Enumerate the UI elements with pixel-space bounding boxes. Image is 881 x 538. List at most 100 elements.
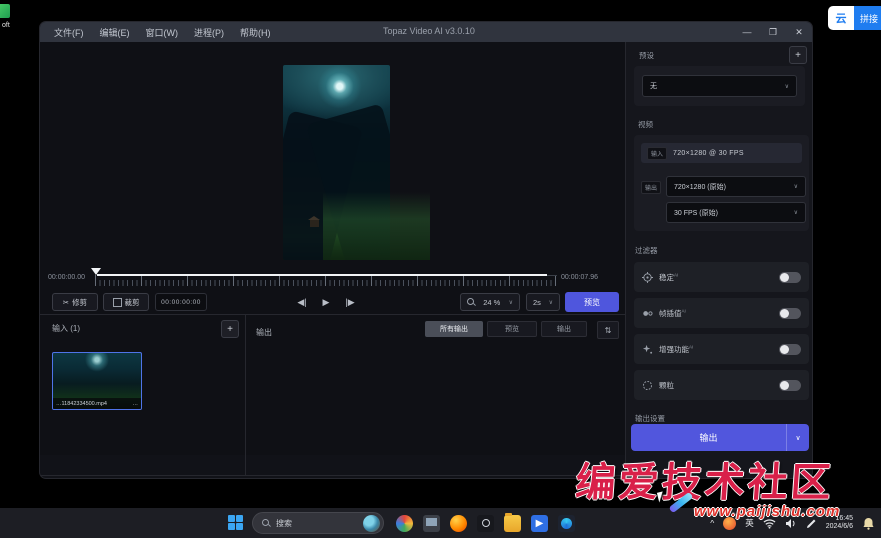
tab-all-outputs[interactable]: 所有输出: [425, 321, 483, 337]
previous-frame-button[interactable]: ◀|: [292, 293, 312, 311]
framerate-value: 30 FPS (原始): [674, 208, 718, 218]
minimize-button[interactable]: —: [734, 22, 760, 42]
firefox-icon[interactable]: [450, 515, 467, 532]
menu-file[interactable]: 文件(F): [48, 24, 90, 41]
resolution-value: 720×1280 (原始): [674, 182, 726, 192]
monitor-app-icon[interactable]: [423, 515, 440, 532]
zoom-select[interactable]: 24 % ∨: [460, 293, 520, 311]
preview-button[interactable]: 预览: [565, 292, 619, 312]
menubar: 文件(F) 编辑(E) 窗口(W) 进程(P) 帮助(H): [48, 24, 277, 41]
start-button[interactable]: [228, 515, 244, 531]
floating-assistant-widget[interactable]: 云 拼接: [828, 6, 881, 30]
video-header: 视频: [638, 119, 653, 130]
folder-icon[interactable]: [504, 515, 521, 532]
filter-label: 帧插值AI: [659, 308, 686, 319]
timeline-end-time: 00:00:07.96: [561, 274, 598, 281]
taskbar-search[interactable]: 搜索: [252, 512, 384, 534]
timeline-remainder-line: [547, 275, 557, 276]
chevron-down-icon: ∨: [509, 299, 513, 306]
enhance-sparkle-icon: [642, 344, 653, 355]
file-menu-icon[interactable]: …: [133, 401, 139, 407]
filter-label: 增强功能AI: [659, 344, 693, 355]
export-button[interactable]: 输出 ∨: [631, 424, 809, 451]
chevron-down-icon: ∨: [785, 83, 789, 90]
frame-interpolation-toggle[interactable]: [779, 308, 801, 319]
input-badge: 输入: [647, 147, 667, 160]
scissors-icon: ✂: [63, 298, 69, 307]
close-button[interactable]: ✕: [786, 22, 812, 42]
timeline-major-ticks: [95, 275, 557, 286]
input-file-name: …11842334500.mp4: [56, 401, 107, 407]
crop-button[interactable]: 裁剪: [103, 293, 149, 311]
input-clip-thumbnail[interactable]: …11842334500.mp4 …: [52, 352, 142, 410]
search-placeholder: 搜索: [276, 518, 357, 529]
watermark-text: 编爱技术社区: [574, 450, 836, 508]
desktop-shortcut-label[interactable]: oft: [2, 22, 10, 29]
window-title: Topaz Video AI v3.0.10: [383, 26, 475, 36]
tab-previews[interactable]: 预览: [487, 321, 537, 337]
export-button-label: 输出: [631, 431, 786, 444]
watermark-url: www.paijishu.com: [694, 503, 840, 520]
preview-length-value: 2s: [533, 298, 541, 307]
sort-outputs-button[interactable]: ⇅: [597, 321, 619, 339]
filter-row-grain: 颗粒: [634, 370, 809, 400]
main-area: 00:00:00.00 00:00:07.96 ✂ 修剪 裁剪 00:00:00…: [40, 42, 625, 455]
potplayer-icon[interactable]: ▶: [531, 515, 548, 532]
settings-panel: 预设 + 无 ∨ 视频 输入 720×1280 @ 30 FPS 输出 720×…: [625, 42, 812, 478]
chevron-down-icon: ∨: [786, 424, 809, 451]
divider: [40, 314, 625, 315]
grain-toggle[interactable]: [779, 380, 801, 391]
filter-label: 稳定AI: [659, 272, 678, 283]
resolution-select[interactable]: 720×1280 (原始) ∨: [666, 176, 806, 197]
search-icon: [262, 519, 270, 527]
preview-length-select[interactable]: 2s ∨: [526, 293, 560, 311]
notification-bell-icon[interactable]: [862, 517, 875, 530]
input-video-info: 720×1280 @ 30 FPS: [673, 150, 744, 157]
trim-label: 修剪: [72, 297, 87, 308]
filter-row-stabilization: 稳定AI: [634, 262, 809, 292]
playback-controls: ◀| ▶ |▶: [292, 293, 360, 311]
desktop-shortcut-icon[interactable]: [0, 4, 10, 18]
timeline-ruler[interactable]: [95, 272, 557, 286]
crop-icon: [113, 298, 122, 307]
topaz-video-ai-window: 文件(F) 编辑(E) 窗口(W) 进程(P) 帮助(H) Topaz Vide…: [40, 22, 812, 478]
framerate-select[interactable]: 30 FPS (原始) ∨: [666, 202, 806, 223]
camera-app-icon[interactable]: [477, 515, 494, 532]
stabilization-toggle[interactable]: [779, 272, 801, 283]
menu-edit[interactable]: 编辑(E): [94, 24, 136, 41]
grain-icon: [642, 380, 653, 391]
timeline-start-time: 00:00:00.00: [48, 274, 85, 281]
edge-icon[interactable]: [558, 515, 575, 532]
next-frame-button[interactable]: |▶: [340, 293, 360, 311]
add-input-button[interactable]: +: [221, 320, 239, 338]
presets-header: 预设: [639, 50, 654, 61]
magnifier-icon: [467, 298, 475, 306]
trim-button[interactable]: ✂ 修剪: [52, 293, 98, 311]
zoom-value: 24 %: [483, 298, 500, 307]
playhead-marker[interactable]: [91, 268, 101, 275]
outputs-header: 输出: [256, 327, 272, 338]
titlebar: 文件(F) 编辑(E) 窗口(W) 进程(P) 帮助(H) Topaz Vide…: [40, 22, 812, 42]
menu-help[interactable]: 帮助(H): [234, 24, 277, 41]
add-preset-button[interactable]: +: [789, 46, 807, 64]
widget-label[interactable]: 拼接: [854, 6, 881, 30]
preset-select[interactable]: 无 ∨: [642, 75, 797, 97]
filter-row-enhancement: 增强功能AI: [634, 334, 809, 364]
timecode-field[interactable]: 00:00:00:00: [155, 293, 207, 311]
play-button[interactable]: ▶: [316, 293, 336, 311]
tab-exports[interactable]: 输出: [541, 321, 587, 337]
menu-window[interactable]: 窗口(W): [140, 24, 185, 41]
cloud-icon: 云: [828, 6, 854, 30]
crop-label: 裁剪: [125, 297, 140, 308]
search-daily-image[interactable]: [363, 515, 380, 532]
divider: [245, 314, 246, 475]
video-input-row: 输入 720×1280 @ 30 FPS: [641, 143, 802, 163]
menu-process[interactable]: 进程(P): [188, 24, 230, 41]
filter-row-frame-interpolation: 帧插值AI: [634, 298, 809, 328]
video-preview-hut: [310, 220, 319, 227]
colorful-app-icon[interactable]: [396, 515, 413, 532]
maximize-button[interactable]: ❐: [760, 22, 786, 42]
enhancement-toggle[interactable]: [779, 344, 801, 355]
preset-value: 无: [650, 81, 657, 91]
chevron-down-icon: ∨: [794, 209, 798, 216]
